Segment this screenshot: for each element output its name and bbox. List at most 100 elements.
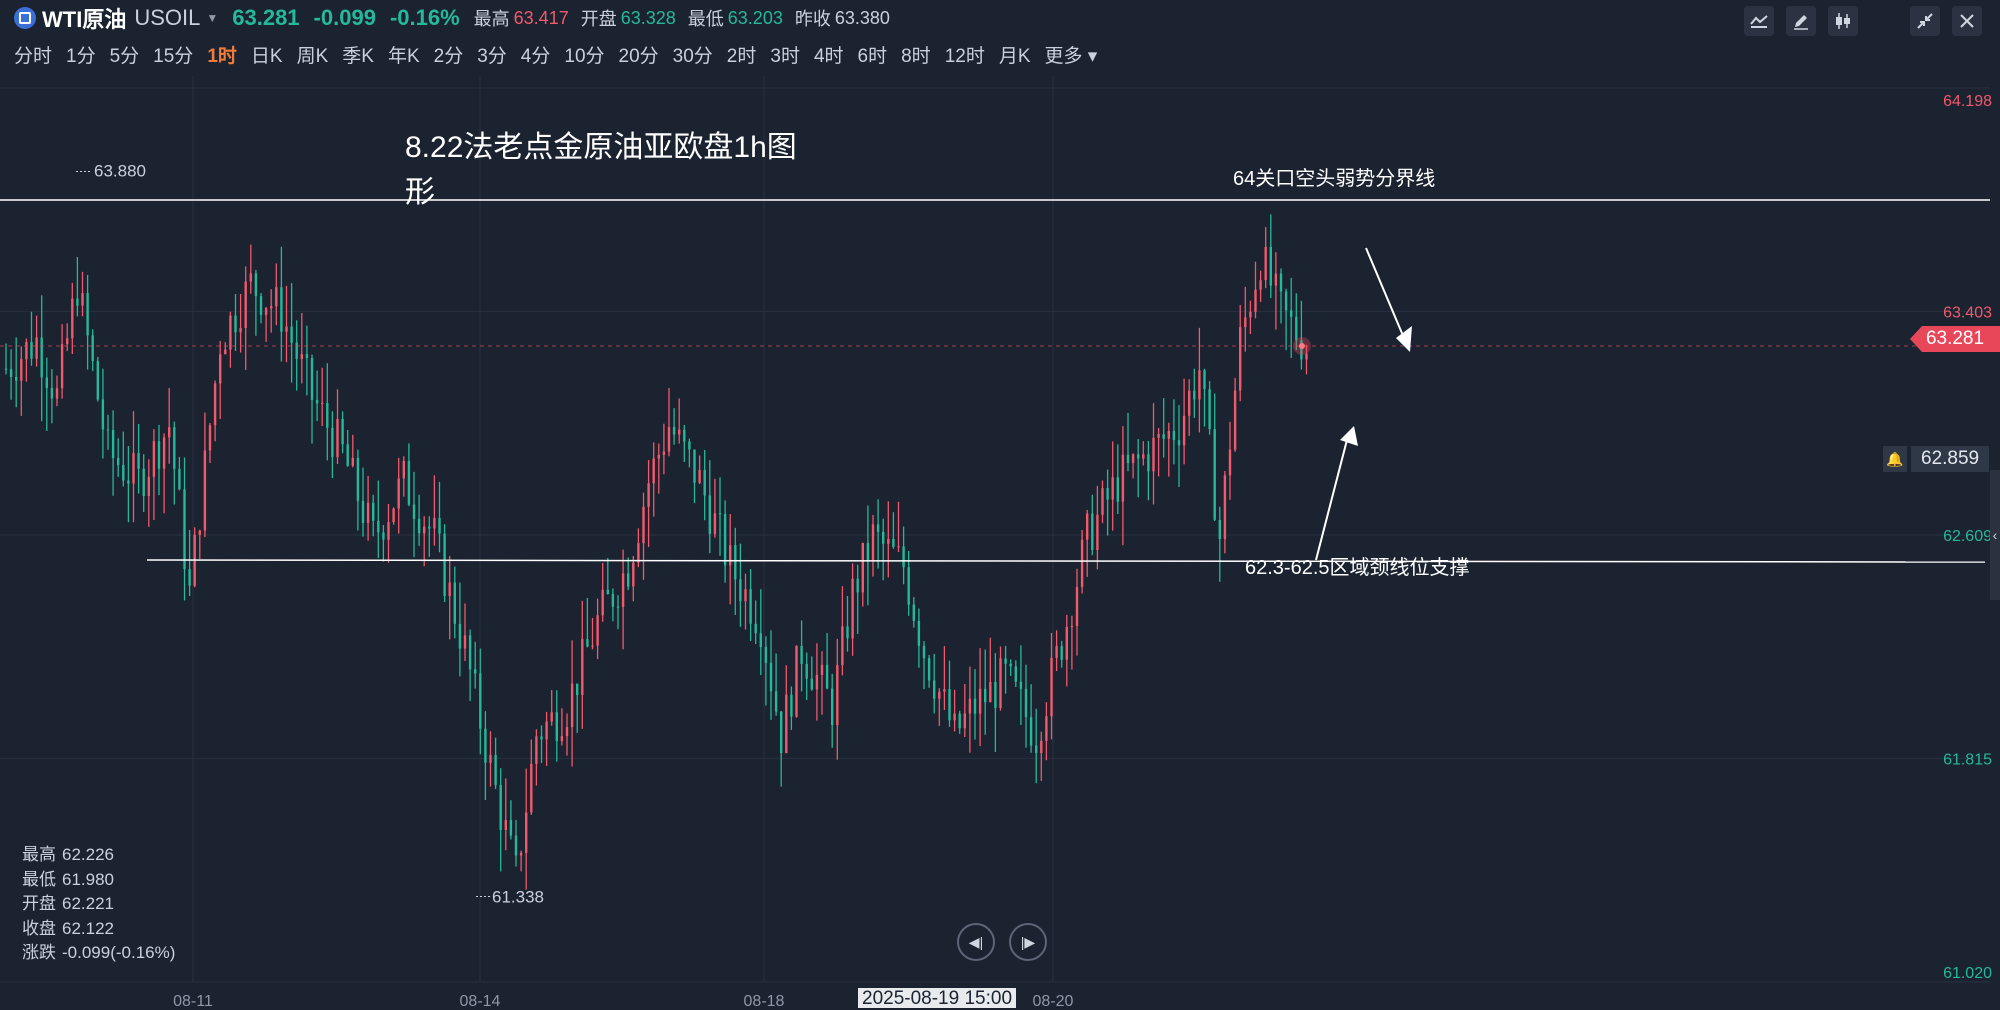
candle-body [1198,370,1201,400]
candle-106 [545,711,548,766]
candle-body [15,377,18,381]
candle-63 [326,363,329,461]
candle-149 [764,636,768,706]
candle-138 [708,460,711,554]
period-tab-5[interactable]: 日K [251,41,283,68]
candle-body [1284,291,1288,311]
close-icon[interactable] [1952,6,1982,36]
candle-body [305,354,309,359]
candle-body [1040,740,1043,754]
period-tab-8[interactable]: 年K [388,41,420,68]
candle-body [484,728,487,763]
period-tab-15[interactable]: 2时 [727,41,757,68]
candle-body [346,444,349,466]
candle-body [1279,273,1283,292]
chevron-down-icon[interactable]: ▼ [206,11,218,25]
candle-93 [479,648,482,755]
candle-74 [382,525,385,562]
candle-body [1019,681,1023,689]
candle-body [1035,745,1038,754]
candle-body [1065,627,1068,660]
candle-105 [540,725,543,763]
period-tab-3[interactable]: 15分 [153,41,193,68]
period-tabs: 分时 1分 5分 15分 1时 日K 周K 季K 年K 2分 3分 4分 10分 20分 30分 2时 3时 4时… [0,38,1200,70]
candle-154 [790,686,793,730]
prev-close-label: 昨收 [794,9,831,29]
candle-body [275,287,278,307]
candle-body [326,402,329,428]
candle-style-icon[interactable] [1828,6,1858,36]
period-tab-9[interactable]: 2分 [434,41,464,68]
candle-body [922,645,926,659]
period-tab-16[interactable]: 3时 [770,41,800,68]
candle-234 [1198,327,1201,433]
skip-back-icon[interactable]: ◀| [957,923,995,961]
candle-body [270,306,273,309]
candle-body [560,736,564,742]
collapse-icon[interactable] [1910,6,1940,36]
candle-107 [550,690,553,726]
period-tab-21[interactable]: 月K [999,41,1031,68]
high-value: 63.417 [513,7,569,28]
ohlc-row-close: 收盘 62.122 [22,918,114,938]
symbol-code[interactable]: USOIL [134,5,200,31]
candle-body [1305,353,1308,360]
period-tab-18[interactable]: 6时 [858,41,888,68]
candle-body [892,538,895,547]
period-tab-12[interactable]: 10分 [564,41,604,68]
candle-116 [596,598,599,660]
side-panel-handle[interactable]: ‹ [1990,470,2000,600]
period-tab-2[interactable]: 5分 [110,41,140,68]
period-tab-4[interactable]: 1时 [207,41,237,68]
candle-body [652,458,655,484]
candle-115 [591,617,594,650]
period-tab-20[interactable]: 12时 [945,41,985,68]
candle-15 [81,271,84,317]
candle-155 [795,645,798,718]
period-tab-6[interactable]: 周K [297,41,329,68]
candle-88 [453,566,456,639]
candle-body [611,593,615,607]
indicator-icon[interactable] [1744,6,1774,36]
period-tab-10[interactable]: 3分 [477,41,507,68]
candlestick-chart[interactable]: 64.198 63.403 62.609 61.815 61.020 08-11 08-14… [0,76,2000,1008]
candle-body [382,532,385,540]
candle-body [1131,454,1135,463]
price-alert-tag[interactable]: 🔔 62.859 [1883,446,1990,472]
period-tab-11[interactable]: 4分 [521,41,551,68]
candle-body [219,354,222,384]
candle-26 [137,424,140,494]
low-value: 63.203 [727,7,783,28]
candle-body [1116,477,1119,502]
candle-195 [999,646,1002,711]
candle-body [555,712,558,742]
period-tab-22[interactable]: 更多 ▾ [1045,41,1098,68]
candle-193 [989,637,992,703]
candle-body [71,298,74,339]
candle-166 [851,563,854,656]
period-tab-0[interactable]: 分时 [14,41,52,68]
period-tab-19[interactable]: 8时 [901,41,931,68]
period-tab-13[interactable]: 20分 [619,41,659,68]
symbol-name[interactable]: WTI原油 [42,2,126,34]
period-tab-7[interactable]: 季K [342,41,374,68]
candle-203 [1040,731,1043,781]
candle-1 [9,349,13,400]
skip-forward-icon[interactable]: |▶ [1009,923,1047,961]
candle-body [927,658,931,681]
period-tab-1[interactable]: 1分 [66,41,96,68]
candle-190 [973,669,977,740]
candle-102 [525,768,528,890]
candle-187 [958,710,961,734]
draw-pen-icon[interactable] [1786,6,1816,36]
candle-44 [229,311,232,368]
candle-body [423,526,426,534]
period-tab-14[interactable]: 30分 [673,41,713,68]
candle-49 [254,269,258,336]
candle-body [1126,454,1130,463]
period-tab-17[interactable]: 4时 [814,41,844,68]
candle-body [315,399,319,404]
bell-icon[interactable]: 🔔 [1883,446,1907,472]
candle-132 [678,398,681,444]
candle-body [1295,316,1298,341]
